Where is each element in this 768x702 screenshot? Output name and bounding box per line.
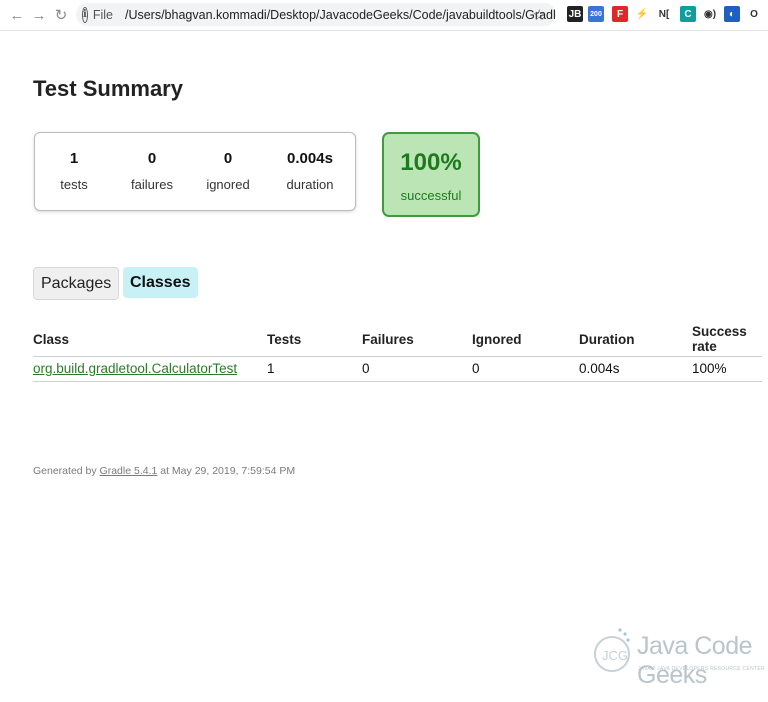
- circle-extension-icon[interactable]: O: [746, 6, 762, 22]
- summary-counters: 1 tests 0 failures 0 ignored 0.004s dura…: [34, 132, 356, 211]
- footer-prefix: Generated by: [33, 465, 100, 477]
- column-header-ignored: Ignored: [472, 321, 579, 357]
- counter-value: 1: [69, 150, 79, 167]
- footer-suffix: at May 29, 2019, 7:59:54 PM: [157, 465, 296, 477]
- counter-label: ignored: [206, 177, 250, 192]
- url-scheme: File: [92, 7, 113, 22]
- counter-value: 0.004s: [287, 150, 333, 167]
- cell-duration: 0.004s: [579, 356, 692, 382]
- cell-class: org.build.gradletool.CalculatorTest: [33, 356, 267, 382]
- lightning-extension-icon[interactable]: ⚡: [634, 6, 650, 22]
- counter-label: tests: [60, 177, 88, 192]
- bookmark-star-icon[interactable]: ☆: [533, 6, 546, 24]
- reload-icon[interactable]: ↻: [50, 4, 72, 26]
- cell-failures: 0: [362, 356, 472, 382]
- browser-toolbar: ← → ↻ i File /Users/bhagvan.kommadi/Desk…: [0, 0, 768, 31]
- counter-label: duration: [286, 177, 334, 192]
- table-header-row: Class Tests Failures Ignored Duration Su…: [33, 321, 762, 357]
- watermark-subtitle: JAVA 2 JAVA DEVELOPERS RESOURCE CENTER: [638, 666, 765, 672]
- rss-extension-icon[interactable]: 200: [588, 6, 604, 22]
- success-rate-box: 100% successful: [382, 132, 480, 217]
- column-header-failures: Failures: [362, 321, 472, 357]
- success-percent: 100%: [400, 149, 462, 176]
- tab-packages[interactable]: Packages: [33, 267, 120, 300]
- tab-classes[interactable]: Classes: [123, 267, 198, 298]
- column-header-success-rate: Success rate: [692, 321, 762, 357]
- c-extension-icon[interactable]: C: [680, 6, 696, 22]
- java-code-geeks-watermark: JCG Java Code Geeks JAVA 2 JAVA DEVELOPE…: [590, 624, 765, 689]
- footer-generated-by: Generated by Gradle 5.4.1 at May 29, 201…: [33, 465, 295, 477]
- counter-ignored: 0 ignored: [193, 150, 263, 192]
- success-label: successful: [400, 188, 462, 203]
- info-icon[interactable]: i: [82, 6, 88, 23]
- watermark-title: Java Code Geeks: [637, 632, 753, 689]
- classes-table: Class Tests Failures Ignored Duration Su…: [33, 321, 762, 382]
- counter-duration: 0.004s duration: [275, 150, 345, 192]
- url-path[interactable]: /Users/bhagvan.kommadi/Desktop/JavacodeG…: [125, 8, 556, 22]
- compass-extension-icon[interactable]: ◐: [724, 6, 740, 22]
- jcg-logo-icon: JCG: [594, 628, 630, 672]
- broadcast-extension-icon[interactable]: ◉): [702, 6, 718, 22]
- column-header-duration: Duration: [579, 321, 692, 357]
- forward-arrow-icon[interactable]: →: [28, 4, 50, 26]
- page-title: Test Summary: [33, 76, 183, 101]
- cell-success-rate: 100%: [692, 356, 762, 382]
- counter-value: 0: [223, 150, 233, 167]
- column-header-class: Class: [33, 321, 267, 357]
- counter-tests: 1 tests: [39, 150, 109, 192]
- address-bar[interactable]: i File /Users/bhagvan.kommadi/Desktop/Ja…: [76, 3, 556, 26]
- jb-extension-icon[interactable]: JB: [567, 6, 583, 22]
- counter-value: 0: [147, 150, 157, 167]
- cell-tests: 1: [267, 356, 362, 382]
- counter-label: failures: [131, 177, 173, 192]
- notion-extension-icon[interactable]: N[: [656, 6, 672, 22]
- flipboard-extension-icon[interactable]: F: [612, 6, 628, 22]
- back-arrow-icon[interactable]: ←: [6, 4, 28, 26]
- column-header-tests: Tests: [267, 321, 362, 357]
- svg-text:JCG: JCG: [602, 648, 628, 663]
- table-row: org.build.gradletool.CalculatorTest 1 0 …: [33, 356, 762, 382]
- cell-ignored: 0: [472, 356, 579, 382]
- class-link[interactable]: org.build.gradletool.CalculatorTest: [33, 361, 237, 376]
- counter-failures: 0 failures: [117, 150, 187, 192]
- gradle-link[interactable]: Gradle 5.4.1: [100, 465, 158, 477]
